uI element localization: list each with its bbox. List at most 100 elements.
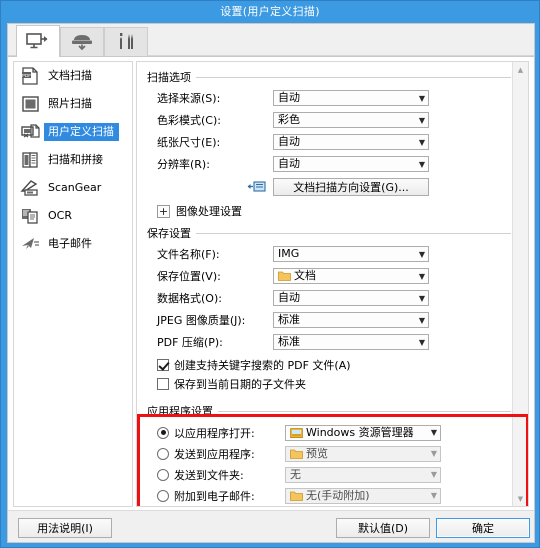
settings-panel: 扫描选项 选择来源(S): 自动 ▼ 色彩模式(C): 彩色 ▼ 纸张尺寸(E)… — [136, 61, 529, 507]
sidebar-item-label: 照片扫描 — [48, 97, 92, 110]
pdf-compression-combo[interactable]: 标准 ▼ — [273, 334, 429, 350]
file-name-label: 文件名称(F): — [157, 248, 220, 261]
resolution-label: 分辨率(R): — [157, 158, 210, 171]
resolution-combo[interactable]: 自动 ▼ — [273, 156, 429, 172]
chevron-down-icon: ▼ — [418, 293, 425, 303]
tab-general-settings[interactable] — [104, 27, 148, 56]
window-client-area: PDF 文档扫描 照片扫描 用户定义扫描 扫描和拼接 ScanGear OCR … — [7, 23, 535, 543]
select-source-row: 选择来源(S): 自动 ▼ — [147, 88, 511, 108]
select-source-combo[interactable]: 自动 ▼ — [273, 90, 429, 106]
sidebar-item-label: 文档扫描 — [48, 69, 92, 82]
title-bar: 设置(用户定义扫描) — [1, 1, 539, 21]
sidebar: PDF 文档扫描 照片扫描 用户定义扫描 扫描和拼接 ScanGear OCR … — [13, 61, 133, 507]
select-source-value: 自动 — [278, 91, 300, 104]
open-with-application-combo[interactable]: Windows 资源管理器 ▼ — [285, 424, 441, 441]
open-with-application-label: 以应用程序打开: — [174, 426, 255, 440]
pdf-compression-row: PDF 压缩(P): 标准 ▼ — [147, 332, 511, 352]
color-mode-value: 彩色 — [278, 113, 300, 126]
sidebar-item-custom-scan[interactable]: 用户定义扫描 — [14, 118, 132, 146]
searchable-pdf-checkbox[interactable] — [157, 358, 169, 371]
scan-options-title: 扫描选项 — [147, 71, 191, 84]
sidebar-item-label: ScanGear — [48, 181, 102, 194]
paper-size-label: 纸张尺寸(E): — [157, 136, 221, 149]
send-to-folder-radio[interactable] — [157, 468, 169, 481]
document-scan-orientation-button[interactable]: 文档扫描方向设置(G)... — [273, 178, 429, 196]
folder-icon — [290, 490, 303, 502]
jpeg-quality-combo[interactable]: 标准 ▼ — [273, 312, 429, 328]
window-title: 设置(用户定义扫描) — [220, 5, 320, 18]
document-scan-orientation-label: 文档扫描方向设置(G)... — [293, 181, 409, 194]
send-to-application-value: 预览 — [306, 446, 328, 460]
open-with-application-value: Windows 资源管理器 — [306, 425, 414, 439]
send-to-application-combo[interactable]: 预览 ▼ — [285, 445, 441, 462]
sidebar-item-scangear[interactable]: ScanGear — [14, 174, 132, 202]
attach-to-email-value: 无(手动附加) — [306, 488, 370, 502]
date-subfolder-checkbox-row[interactable]: 保存到当前日期的子文件夹 — [147, 374, 511, 393]
chevron-down-icon: ▼ — [430, 428, 437, 437]
ok-button[interactable]: 确定 — [436, 518, 530, 538]
application-settings-title: 应用程序设置 — [147, 405, 213, 418]
color-mode-combo[interactable]: 彩色 ▼ — [273, 112, 429, 128]
expand-plus-icon[interactable]: + — [157, 204, 170, 218]
defaults-button-label: 默认值(D) — [357, 522, 409, 535]
save-location-combo[interactable]: 文档 ▼ — [273, 268, 429, 284]
send-to-folder-combo[interactable]: 无 ▼ — [285, 466, 441, 483]
sidebar-item-photo-scan[interactable]: 照片扫描 — [14, 90, 132, 118]
paper-size-value: 自动 — [278, 135, 300, 148]
start-ocr-row[interactable]: 启动 OCR: 输出为文本 ▼ — [147, 506, 511, 507]
scroll-up-icon[interactable]: ▲ — [513, 62, 528, 77]
save-location-row: 保存位置(V): 文档 ▼ — [147, 266, 511, 286]
scangear-icon — [18, 176, 44, 200]
sidebar-item-email[interactable]: 电子邮件 — [14, 230, 132, 258]
searchable-pdf-checkbox-row[interactable]: 创建支持关键字搜索的 PDF 文件(A) — [147, 355, 511, 374]
open-with-application-radio[interactable] — [157, 426, 169, 439]
scroll-down-icon[interactable]: ▼ — [513, 491, 528, 506]
sidebar-item-document-scan[interactable]: PDF 文档扫描 — [14, 62, 132, 90]
footer-bar: 用法说明(I) 默认值(D) 确定 — [8, 510, 534, 542]
sidebar-item-label: 用户定义扫描 — [44, 123, 119, 141]
send-to-folder-value: 无 — [290, 467, 301, 481]
image-processing-expander[interactable]: + 图像处理设置 — [157, 203, 511, 219]
defaults-button[interactable]: 默认值(D) — [336, 518, 430, 538]
stitch-scan-icon — [18, 148, 44, 172]
save-location-label: 保存位置(V): — [157, 270, 221, 283]
color-mode-label: 色彩模式(C): — [157, 114, 221, 127]
data-format-combo[interactable]: 自动 ▼ — [273, 290, 429, 306]
send-to-folder-row[interactable]: 发送到文件夹: 无 ▼ — [147, 464, 511, 485]
ocr-icon — [18, 204, 44, 228]
scanner-download-icon — [70, 33, 94, 51]
settings-panel-inner: 扫描选项 选择来源(S): 自动 ▼ 色彩模式(C): 彩色 ▼ 纸张尺寸(E)… — [137, 62, 528, 507]
paper-size-row: 纸张尺寸(E): 自动 ▼ — [147, 132, 511, 152]
open-with-application-row[interactable]: 以应用程序打开: Windows 资源管理器 ▼ — [147, 422, 511, 443]
send-to-application-radio[interactable] — [157, 447, 169, 460]
data-format-value: 自动 — [278, 291, 300, 304]
tab-scan-from-scanner-button[interactable] — [60, 27, 104, 56]
send-to-application-label: 发送到应用程序: — [174, 447, 255, 461]
folder-icon — [278, 270, 291, 282]
chevron-down-icon: ▼ — [418, 249, 425, 259]
save-location-value: 文档 — [294, 269, 316, 282]
jpeg-quality-value: 标准 — [278, 313, 300, 326]
send-to-application-row[interactable]: 发送到应用程序: 预览 ▼ — [147, 443, 511, 464]
save-settings-group-header: 保存设置 — [147, 225, 511, 241]
attach-to-email-row[interactable]: 附加到电子邮件: 无(手动附加) ▼ — [147, 485, 511, 506]
paper-size-combo[interactable]: 自动 ▼ — [273, 134, 429, 150]
file-name-value: IMG — [278, 247, 300, 260]
sidebar-item-ocr[interactable]: OCR — [14, 202, 132, 230]
sidebar-item-label: OCR — [48, 209, 72, 222]
attach-to-email-radio[interactable] — [157, 489, 169, 502]
file-name-combo[interactable]: IMG ▼ — [273, 246, 429, 262]
sidebar-item-stitch-scan[interactable]: 扫描和拼接 — [14, 146, 132, 174]
tab-scan-from-computer[interactable] — [16, 25, 60, 57]
data-format-label: 数据格式(O): — [157, 292, 222, 305]
panel-scrollbar[interactable]: ▲ ▼ — [512, 62, 528, 506]
date-subfolder-checkbox[interactable] — [157, 377, 169, 390]
help-button[interactable]: 用法说明(I) — [18, 518, 112, 538]
send-to-folder-label: 发送到文件夹: — [174, 468, 244, 482]
group-divider — [196, 232, 511, 234]
attach-to-email-combo[interactable]: 无(手动附加) ▼ — [285, 487, 441, 504]
jpeg-quality-label: JPEG 图像质量(J): — [157, 314, 246, 327]
select-source-label: 选择来源(S): — [157, 92, 221, 105]
chevron-down-icon: ▼ — [418, 271, 425, 281]
chevron-down-icon: ▼ — [418, 337, 425, 347]
